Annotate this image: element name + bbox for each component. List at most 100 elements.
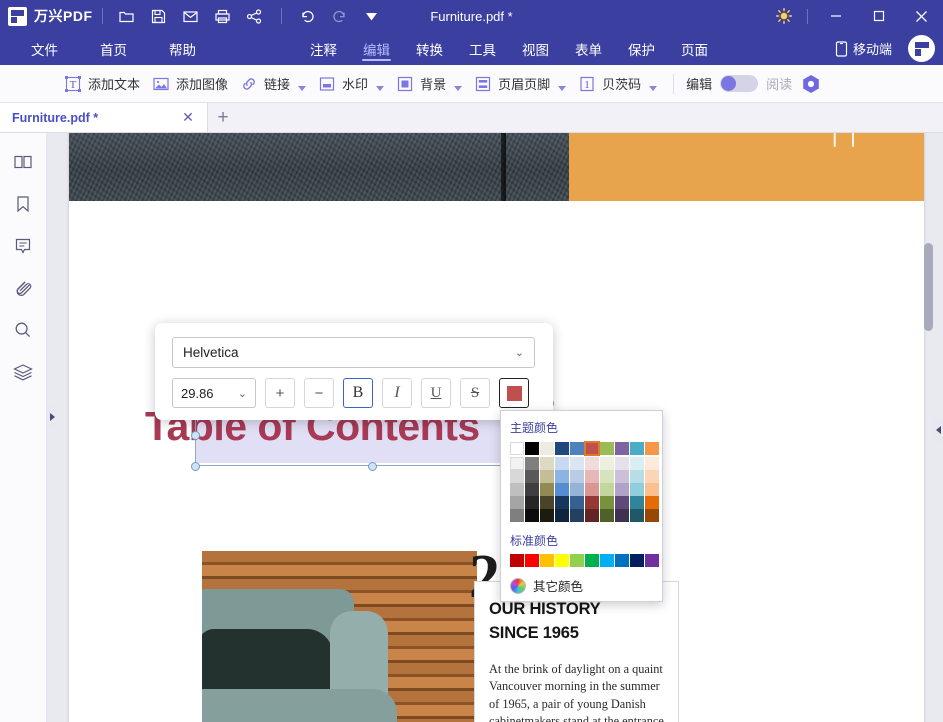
theme-color-swatch[interactable] bbox=[600, 442, 614, 455]
menu-file[interactable]: 文件 bbox=[10, 32, 79, 65]
sidebar-item-search[interactable] bbox=[7, 315, 39, 345]
document-tab[interactable]: Furniture.pdf * ✕ bbox=[0, 103, 208, 132]
theme-color-swatch[interactable] bbox=[555, 509, 569, 522]
sidebar-item-comments[interactable] bbox=[7, 231, 39, 261]
theme-color-swatch[interactable] bbox=[645, 509, 659, 522]
theme-color-swatch[interactable] bbox=[525, 509, 539, 522]
decrease-font-size-button[interactable]: − bbox=[304, 378, 334, 408]
standard-color-swatch[interactable] bbox=[555, 554, 569, 567]
standard-color-swatch[interactable] bbox=[615, 554, 629, 567]
font-family-select[interactable]: Helvetica ⌄ bbox=[172, 337, 535, 368]
increase-font-size-button[interactable]: + bbox=[265, 378, 295, 408]
theme-sun-icon[interactable] bbox=[767, 0, 801, 32]
scrollbar-thumb[interactable] bbox=[924, 243, 933, 331]
theme-color-swatch[interactable] bbox=[615, 470, 629, 483]
menu-home[interactable]: 首页 bbox=[79, 32, 148, 65]
menu-convert[interactable]: 转换 bbox=[403, 32, 456, 65]
menu-form[interactable]: 表单 bbox=[562, 32, 615, 65]
theme-color-swatch[interactable] bbox=[540, 496, 554, 509]
theme-color-swatch[interactable] bbox=[510, 509, 524, 522]
text-color-button[interactable] bbox=[499, 378, 529, 408]
theme-color-swatch[interactable] bbox=[645, 470, 659, 483]
menu-edit[interactable]: 编辑 bbox=[350, 32, 403, 65]
theme-color-swatch[interactable] bbox=[630, 483, 644, 496]
redo-icon[interactable] bbox=[325, 3, 355, 29]
open-folder-icon[interactable] bbox=[112, 3, 142, 29]
bold-button[interactable]: B bbox=[343, 378, 373, 408]
theme-color-swatch[interactable] bbox=[540, 457, 554, 470]
share-icon[interactable] bbox=[240, 3, 270, 29]
theme-color-swatch[interactable] bbox=[600, 470, 614, 483]
theme-color-swatch[interactable] bbox=[540, 442, 554, 455]
theme-color-swatch[interactable] bbox=[600, 509, 614, 522]
ai-assistant-button[interactable] bbox=[800, 72, 822, 96]
italic-button[interactable]: I bbox=[382, 378, 412, 408]
menu-page[interactable]: 页面 bbox=[668, 32, 721, 65]
new-tab-button[interactable]: + bbox=[208, 103, 238, 132]
theme-color-swatch[interactable] bbox=[570, 496, 584, 509]
theme-color-swatch[interactable] bbox=[585, 470, 599, 483]
sidebar-item-thumbnails[interactable] bbox=[7, 147, 39, 177]
standard-color-swatch[interactable] bbox=[600, 554, 614, 567]
add-image-button[interactable]: 添加图像 bbox=[146, 70, 234, 98]
font-size-select[interactable]: 29.86 ⌄ bbox=[172, 378, 256, 408]
expand-sidebar-button[interactable] bbox=[47, 405, 57, 429]
print-icon[interactable] bbox=[208, 3, 238, 29]
account-avatar[interactable] bbox=[908, 35, 935, 62]
close-button[interactable] bbox=[900, 0, 943, 32]
history-text-block[interactable]: OUR HISTORY SINCE 1965 At the brink of d… bbox=[474, 581, 679, 722]
theme-color-swatch[interactable] bbox=[510, 470, 524, 483]
sidebar-item-bookmarks[interactable] bbox=[7, 189, 39, 219]
theme-color-swatch[interactable] bbox=[600, 496, 614, 509]
theme-color-swatch[interactable] bbox=[630, 470, 644, 483]
add-text-button[interactable]: T 添加文本 bbox=[58, 70, 146, 98]
theme-color-swatch[interactable] bbox=[540, 470, 554, 483]
theme-color-swatch[interactable] bbox=[570, 483, 584, 496]
resize-handle-s[interactable] bbox=[368, 462, 377, 471]
standard-color-swatch[interactable] bbox=[645, 554, 659, 567]
standard-color-swatch[interactable] bbox=[510, 554, 524, 567]
background-dropdown-caret[interactable] bbox=[454, 86, 462, 91]
bates-numbering-button[interactable]: 1 贝茨码 bbox=[572, 70, 663, 98]
theme-color-swatch[interactable] bbox=[645, 442, 659, 455]
standard-color-swatch[interactable] bbox=[570, 554, 584, 567]
theme-color-swatch[interactable] bbox=[570, 457, 584, 470]
theme-color-swatch[interactable] bbox=[630, 509, 644, 522]
theme-color-swatch[interactable] bbox=[510, 496, 524, 509]
theme-color-swatch[interactable] bbox=[585, 509, 599, 522]
theme-color-swatch[interactable] bbox=[570, 470, 584, 483]
underline-button[interactable]: U bbox=[421, 378, 451, 408]
theme-color-swatch[interactable] bbox=[525, 496, 539, 509]
mode-switch[interactable] bbox=[720, 75, 758, 92]
theme-color-swatch[interactable] bbox=[645, 496, 659, 509]
theme-color-swatch[interactable] bbox=[570, 509, 584, 522]
menu-tools[interactable]: 工具 bbox=[456, 32, 509, 65]
theme-color-swatch[interactable] bbox=[645, 483, 659, 496]
theme-color-swatch[interactable] bbox=[615, 483, 629, 496]
menu-view[interactable]: 视图 bbox=[509, 32, 562, 65]
link-dropdown-caret[interactable] bbox=[298, 86, 306, 91]
background-button[interactable]: 背景 bbox=[390, 70, 468, 98]
theme-color-swatch[interactable] bbox=[555, 483, 569, 496]
collapse-right-panel-button[interactable] bbox=[933, 418, 943, 442]
save-icon[interactable] bbox=[144, 3, 174, 29]
resize-handle-w[interactable] bbox=[191, 431, 200, 440]
theme-color-swatch[interactable] bbox=[615, 457, 629, 470]
theme-color-swatch[interactable] bbox=[615, 509, 629, 522]
theme-color-swatch[interactable] bbox=[600, 457, 614, 470]
document-viewport[interactable]: H Table of Contents bbox=[47, 133, 943, 722]
theme-color-swatch[interactable] bbox=[630, 457, 644, 470]
theme-color-swatch[interactable] bbox=[510, 457, 524, 470]
resize-handle-sw[interactable] bbox=[191, 462, 200, 471]
theme-color-swatch[interactable] bbox=[525, 442, 539, 455]
undo-icon[interactable] bbox=[293, 3, 323, 29]
maximize-button[interactable] bbox=[857, 0, 900, 32]
theme-color-swatch[interactable] bbox=[630, 442, 644, 455]
more-colors-button[interactable]: 其它颜色 bbox=[510, 576, 653, 595]
theme-color-swatch[interactable] bbox=[645, 457, 659, 470]
theme-color-swatch[interactable] bbox=[585, 483, 599, 496]
standard-color-swatch[interactable] bbox=[525, 554, 539, 567]
menu-comment[interactable]: 注释 bbox=[297, 32, 350, 65]
theme-color-swatch[interactable] bbox=[555, 496, 569, 509]
minimize-button[interactable] bbox=[814, 0, 857, 32]
